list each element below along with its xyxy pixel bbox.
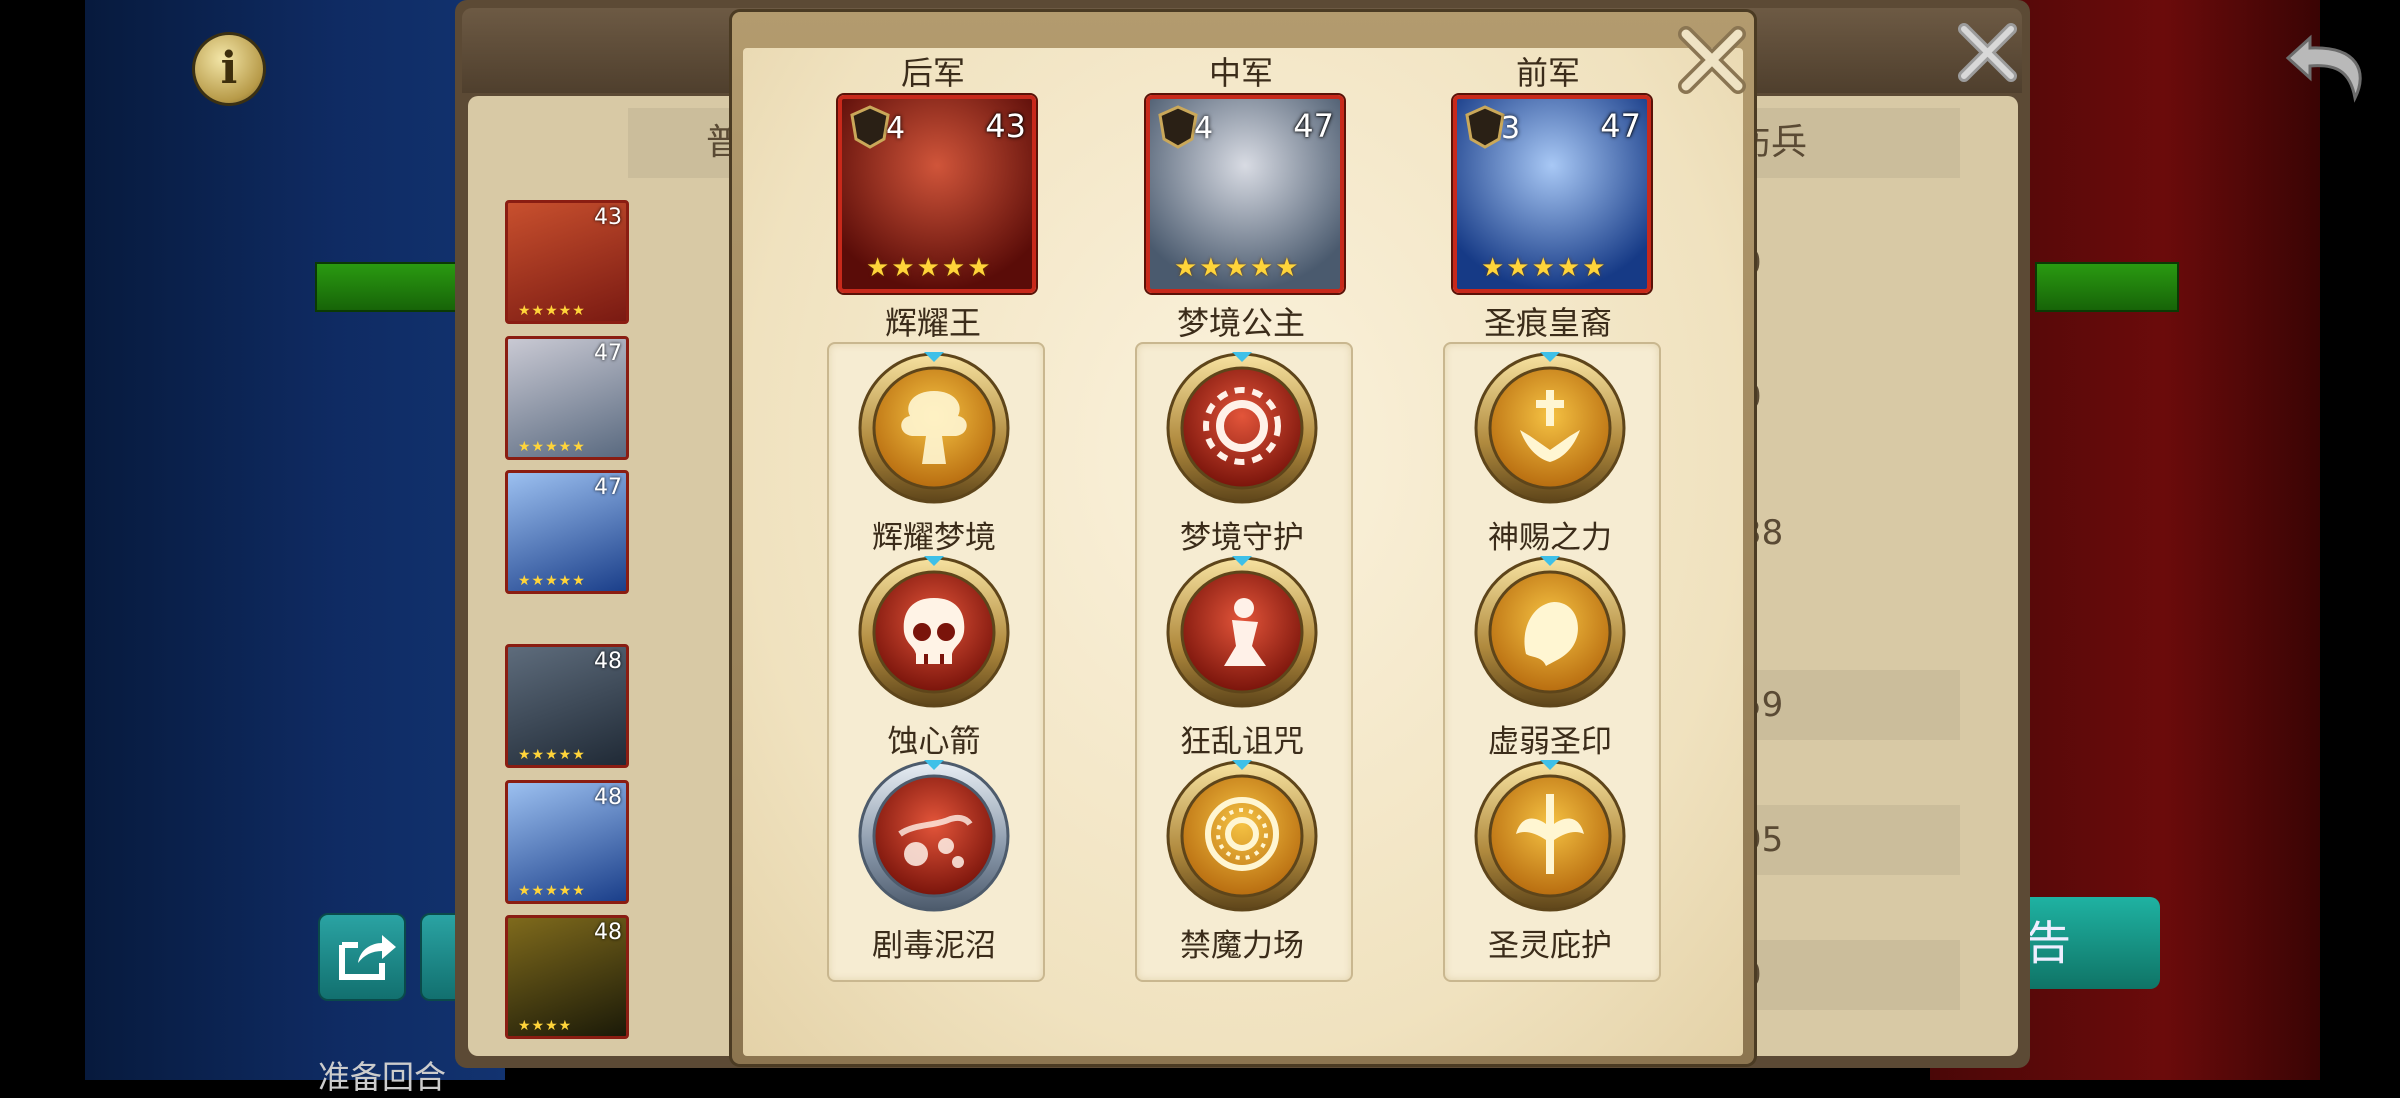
skill-name: 禁魔力场: [1180, 928, 1304, 964]
close-icon[interactable]: [1950, 15, 2025, 90]
ghost-icon: [1474, 556, 1626, 708]
info-icon[interactable]: i: [195, 35, 263, 103]
hero-level: 48: [594, 920, 622, 945]
swamp-icon[interactable]: [854, 754, 1014, 914]
skull-icon[interactable]: [854, 550, 1014, 710]
hero-name: 圣痕皇裔: [1483, 304, 1612, 342]
wounded-value: 0: [1740, 362, 1960, 432]
position-label: 中军: [1208, 54, 1273, 92]
left-progress-bar: [315, 262, 469, 312]
team-hero-portrait[interactable]: 47 ★★★★★: [505, 470, 629, 594]
hero-portrait[interactable]: 3 47 ★★★★★: [1453, 95, 1651, 293]
close-icon[interactable]: [1672, 20, 1752, 100]
frenzy-icon[interactable]: [1162, 550, 1322, 710]
wounded-value: 0: [1740, 228, 1960, 298]
hero-level: 48: [594, 785, 622, 810]
hero-level: 48: [594, 649, 622, 674]
hero-stars: ★★★★★: [518, 439, 586, 455]
team-hero-portrait[interactable]: 48 ★★★★★: [505, 644, 629, 768]
wounded-value: 59: [1740, 670, 1960, 740]
frenzy-icon: [1166, 556, 1318, 708]
hero-stars: ★★★★★: [1481, 253, 1608, 283]
hero-portrait[interactable]: 4 47 ★★★★★: [1146, 95, 1344, 293]
wounded-value: 38: [1740, 513, 1784, 553]
hero-stars: ★★★★★: [518, 883, 586, 899]
team-hero-portrait[interactable]: 47 ★★★★★: [505, 336, 629, 460]
swamp-icon: [858, 760, 1010, 912]
hero-level: 43: [985, 107, 1026, 145]
hero-level: 47: [1293, 107, 1334, 145]
hero-level: 47: [1600, 107, 1641, 145]
skull-icon: [858, 556, 1010, 708]
hero-stars: ★★★★★: [1174, 253, 1301, 283]
hero-rank: 3: [1501, 111, 1521, 146]
team-hero-portrait[interactable]: 48 ★★★★: [505, 915, 629, 1039]
hero-name: 梦境公主: [1176, 304, 1305, 342]
winged-sword-icon: [1474, 760, 1626, 912]
hero-stars: ★★★★★: [866, 253, 993, 283]
wounded-value: 95: [1740, 805, 1960, 875]
tree-icon: [858, 352, 1010, 504]
hero-stars: ★★★★: [518, 1018, 573, 1034]
hero-level: 43: [594, 205, 622, 230]
team-hero-portrait[interactable]: 48 ★★★★★: [505, 780, 629, 904]
blessing-hands-icon: [1474, 352, 1626, 504]
hero-stars: ★★★★★: [518, 573, 586, 589]
hero-portrait[interactable]: 4 43 ★★★★★: [838, 95, 1036, 293]
hero-level: 47: [594, 341, 622, 366]
team-hero-portrait[interactable]: 43 ★★★★★: [505, 200, 629, 324]
hero-stars: ★★★★★: [518, 747, 586, 763]
hero-name: 辉耀王: [884, 304, 981, 342]
wounded-value: 0: [1740, 940, 1960, 1010]
winged-sword-icon[interactable]: [1470, 754, 1630, 914]
share-icon[interactable]: [318, 913, 406, 1001]
sun-icon[interactable]: [1162, 346, 1322, 506]
hero-level: 47: [594, 475, 622, 500]
hero-rank: 4: [1194, 111, 1214, 146]
rune-circle-icon: [1166, 760, 1318, 912]
position-label: 前军: [1515, 54, 1580, 92]
status-text: 准备回合: [318, 1058, 447, 1096]
right-progress-bar: [2035, 262, 2179, 312]
column-header-wounded: 伤兵: [1735, 108, 1960, 178]
sun-icon: [1166, 352, 1318, 504]
back-arrow-icon[interactable]: [2280, 20, 2380, 110]
hero-rank: 4: [886, 111, 906, 146]
position-label: 后军: [900, 54, 965, 92]
ghost-icon[interactable]: [1470, 550, 1630, 710]
blessing-hands-icon[interactable]: [1470, 346, 1630, 506]
tree-icon[interactable]: [854, 346, 1014, 506]
hero-stars: ★★★★★: [518, 303, 586, 319]
skill-name: 圣灵庇护: [1488, 928, 1612, 964]
rune-circle-icon[interactable]: [1162, 754, 1322, 914]
report-button[interactable]: 告: [2025, 897, 2160, 989]
skill-name: 剧毒泥沼: [872, 928, 996, 964]
